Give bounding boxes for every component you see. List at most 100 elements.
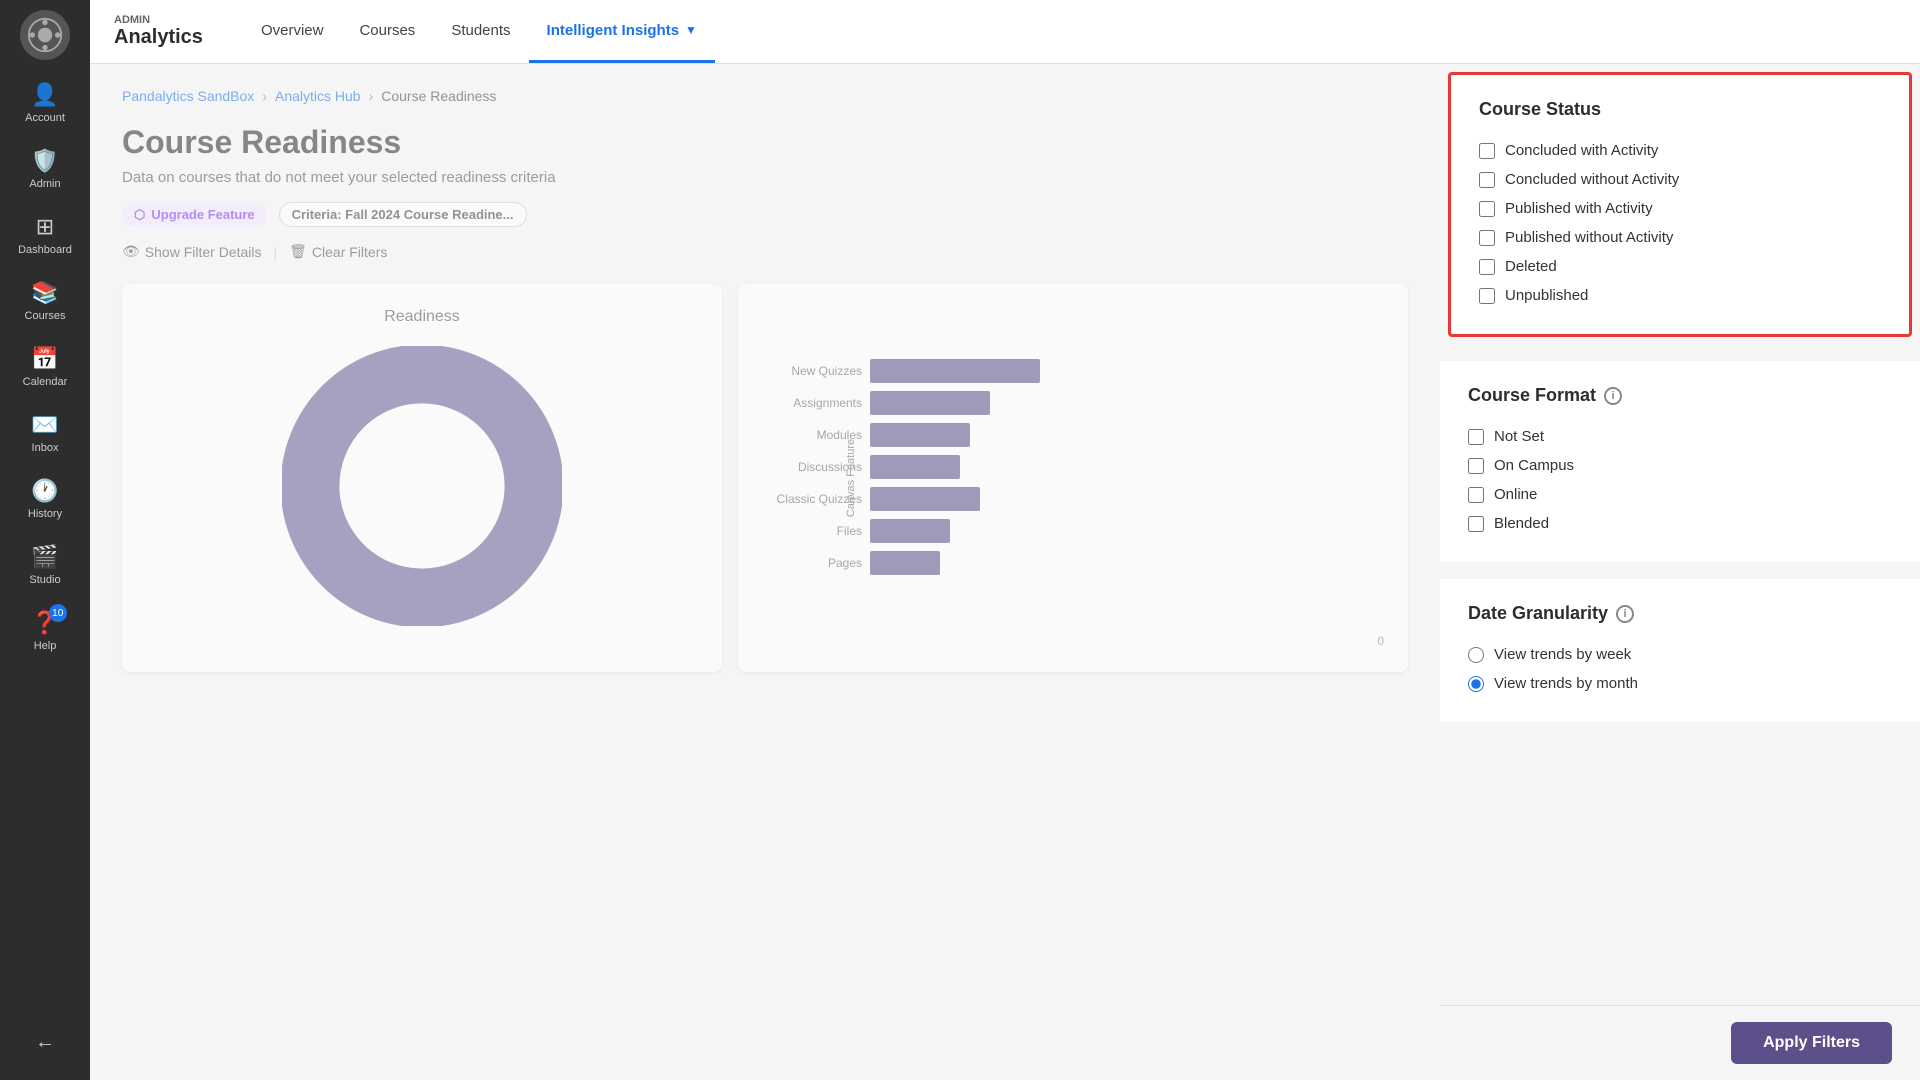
donut-chart <box>282 346 562 626</box>
sidebar-item-calendar-label: Calendar <box>23 376 68 388</box>
view-by-month-label: View trends by month <box>1494 675 1638 692</box>
bar-chart: Canvas Feature New Quizzes Assignments <box>762 308 1384 648</box>
filter-option-view-by-week[interactable]: View trends by week <box>1468 640 1892 669</box>
bar-row-modules: Modules <box>862 423 1384 447</box>
filter-option-online[interactable]: Online <box>1468 480 1892 509</box>
sidebar-item-courses[interactable]: 📚 Courses <box>0 268 90 334</box>
criteria-badge[interactable]: Criteria: Fall 2024 Course Readine... <box>279 202 527 227</box>
bar-row-new-quizzes: New Quizzes <box>862 359 1384 383</box>
apply-filters-button[interactable]: Apply Filters <box>1731 1022 1892 1064</box>
show-filter-details-link[interactable]: 👁 Show Filter Details <box>122 243 261 260</box>
filter-links: 👁 Show Filter Details | 🗑 Clear Filters <box>122 243 1408 260</box>
filter-option-concluded-with-activity[interactable]: Concluded with Activity <box>1479 136 1881 165</box>
filter-option-unpublished[interactable]: Unpublished <box>1479 281 1881 310</box>
chevron-down-icon: ▼ <box>685 23 697 37</box>
filter-option-not-set[interactable]: Not Set <box>1468 422 1892 451</box>
sidebar-item-help-label: Help <box>34 640 57 652</box>
published-with-activity-checkbox[interactable] <box>1479 201 1495 217</box>
on-campus-label: On Campus <box>1494 457 1574 474</box>
filter-option-on-campus[interactable]: On Campus <box>1468 451 1892 480</box>
concluded-with-activity-checkbox[interactable] <box>1479 143 1495 159</box>
bar-rows: New Quizzes Assignments Modules <box>762 308 1384 626</box>
sidebar-item-courses-label: Courses <box>25 310 66 322</box>
x-axis-zero: 0 <box>1377 634 1384 648</box>
published-without-activity-checkbox[interactable] <box>1479 230 1495 246</box>
bar-fill <box>870 423 970 447</box>
sidebar-item-calendar[interactable]: 📅 Calendar <box>0 334 90 400</box>
bar-fill <box>870 391 990 415</box>
concluded-without-activity-checkbox[interactable] <box>1479 172 1495 188</box>
filter-option-published-without-activity[interactable]: Published without Activity <box>1479 223 1881 252</box>
nav-link-intelligent-insights[interactable]: Intelligent Insights ▼ <box>529 0 715 63</box>
admin-label: ADMIN <box>114 14 203 26</box>
view-by-week-radio[interactable] <box>1468 647 1484 663</box>
sidebar-item-studio[interactable]: 🎬 Studio <box>0 532 90 598</box>
course-status-section: Course Status Concluded with Activity Co… <box>1448 72 1912 337</box>
sidebar-item-history[interactable]: 🕐 History <box>0 466 90 532</box>
nav-link-courses[interactable]: Courses <box>341 0 433 63</box>
canvas-feature-y-label: Canvas Feature <box>845 439 857 517</box>
filter-option-concluded-without-activity[interactable]: Concluded without Activity <box>1479 165 1881 194</box>
bar-fill <box>870 551 940 575</box>
bar-fill <box>870 487 980 511</box>
breadcrumb-sep-1: › <box>262 88 267 104</box>
bar-fill <box>870 519 950 543</box>
sidebar-item-studio-label: Studio <box>29 574 60 586</box>
blended-label: Blended <box>1494 515 1549 532</box>
course-status-title: Course Status <box>1479 99 1881 120</box>
bar-label: Classic Quizzes <box>762 492 862 506</box>
blended-checkbox[interactable] <box>1468 516 1484 532</box>
sidebar-item-help[interactable]: ❓ 10 Help <box>0 598 90 664</box>
clear-filters-link[interactable]: 🗑 Clear Filters <box>289 243 387 260</box>
filter-panel: Course Status Concluded with Activity Co… <box>1440 64 1920 1080</box>
bar-label: Assignments <box>762 396 862 410</box>
sidebar-item-inbox[interactable]: ✉️ Inbox <box>0 400 90 466</box>
published-without-activity-label: Published without Activity <box>1505 229 1673 246</box>
sidebar-collapse-button[interactable]: ← <box>35 1015 55 1070</box>
date-granularity-title: Date Granularity i <box>1468 603 1892 624</box>
trash-icon: 🗑 <box>289 243 307 260</box>
account-icon: 👤 <box>31 82 58 108</box>
view-by-month-radio[interactable] <box>1468 676 1484 692</box>
sidebar-item-admin[interactable]: 🛡️ Admin <box>0 136 90 202</box>
bar-fill <box>870 455 960 479</box>
deleted-checkbox[interactable] <box>1479 259 1495 275</box>
nav-link-overview[interactable]: Overview <box>243 0 342 63</box>
criteria-key: Criteria: <box>292 207 345 222</box>
view-by-week-label: View trends by week <box>1494 646 1631 663</box>
filter-option-published-with-activity[interactable]: Published with Activity <box>1479 194 1881 223</box>
upgrade-label: Upgrade Feature <box>151 207 254 222</box>
online-checkbox[interactable] <box>1468 487 1484 503</box>
unpublished-label: Unpublished <box>1505 287 1588 304</box>
sidebar-item-account-label: Account <box>25 112 65 124</box>
courses-icon: 📚 <box>31 280 58 306</box>
course-format-info-icon[interactable]: i <box>1604 387 1622 405</box>
filter-option-view-by-month[interactable]: View trends by month <box>1468 669 1892 698</box>
readiness-chart-title: Readiness <box>384 308 460 326</box>
date-granularity-info-icon[interactable]: i <box>1616 605 1634 623</box>
nav-link-students[interactable]: Students <box>433 0 528 63</box>
on-campus-checkbox[interactable] <box>1468 458 1484 474</box>
unpublished-checkbox[interactable] <box>1479 288 1495 304</box>
published-with-activity-label: Published with Activity <box>1505 200 1653 217</box>
breadcrumb-analytics-hub[interactable]: Analytics Hub <box>275 88 361 104</box>
filter-option-blended[interactable]: Blended <box>1468 509 1892 538</box>
breadcrumb-current: Course Readiness <box>381 88 496 104</box>
breadcrumb-pandalytics[interactable]: Pandalytics SandBox <box>122 88 254 104</box>
sidebar-item-dashboard-label: Dashboard <box>18 244 72 256</box>
not-set-label: Not Set <box>1494 428 1544 445</box>
bar-label: Pages <box>762 556 862 570</box>
section-divider-2 <box>1440 563 1920 579</box>
sidebar-item-account[interactable]: 👤 Account <box>0 70 90 136</box>
breadcrumb-sep-2: › <box>369 88 374 104</box>
brand: ADMIN Analytics <box>114 14 203 49</box>
section-divider-1 <box>1440 345 1920 361</box>
bar-row-files: Files <box>862 519 1384 543</box>
sidebar-item-dashboard[interactable]: ⊞ Dashboard <box>0 202 90 268</box>
online-label: Online <box>1494 486 1537 503</box>
concluded-without-activity-label: Concluded without Activity <box>1505 171 1679 188</box>
filter-option-deleted[interactable]: Deleted <box>1479 252 1881 281</box>
admin-icon: 🛡️ <box>31 148 58 174</box>
upgrade-badge[interactable]: ⬡ Upgrade Feature <box>122 203 267 227</box>
not-set-checkbox[interactable] <box>1468 429 1484 445</box>
